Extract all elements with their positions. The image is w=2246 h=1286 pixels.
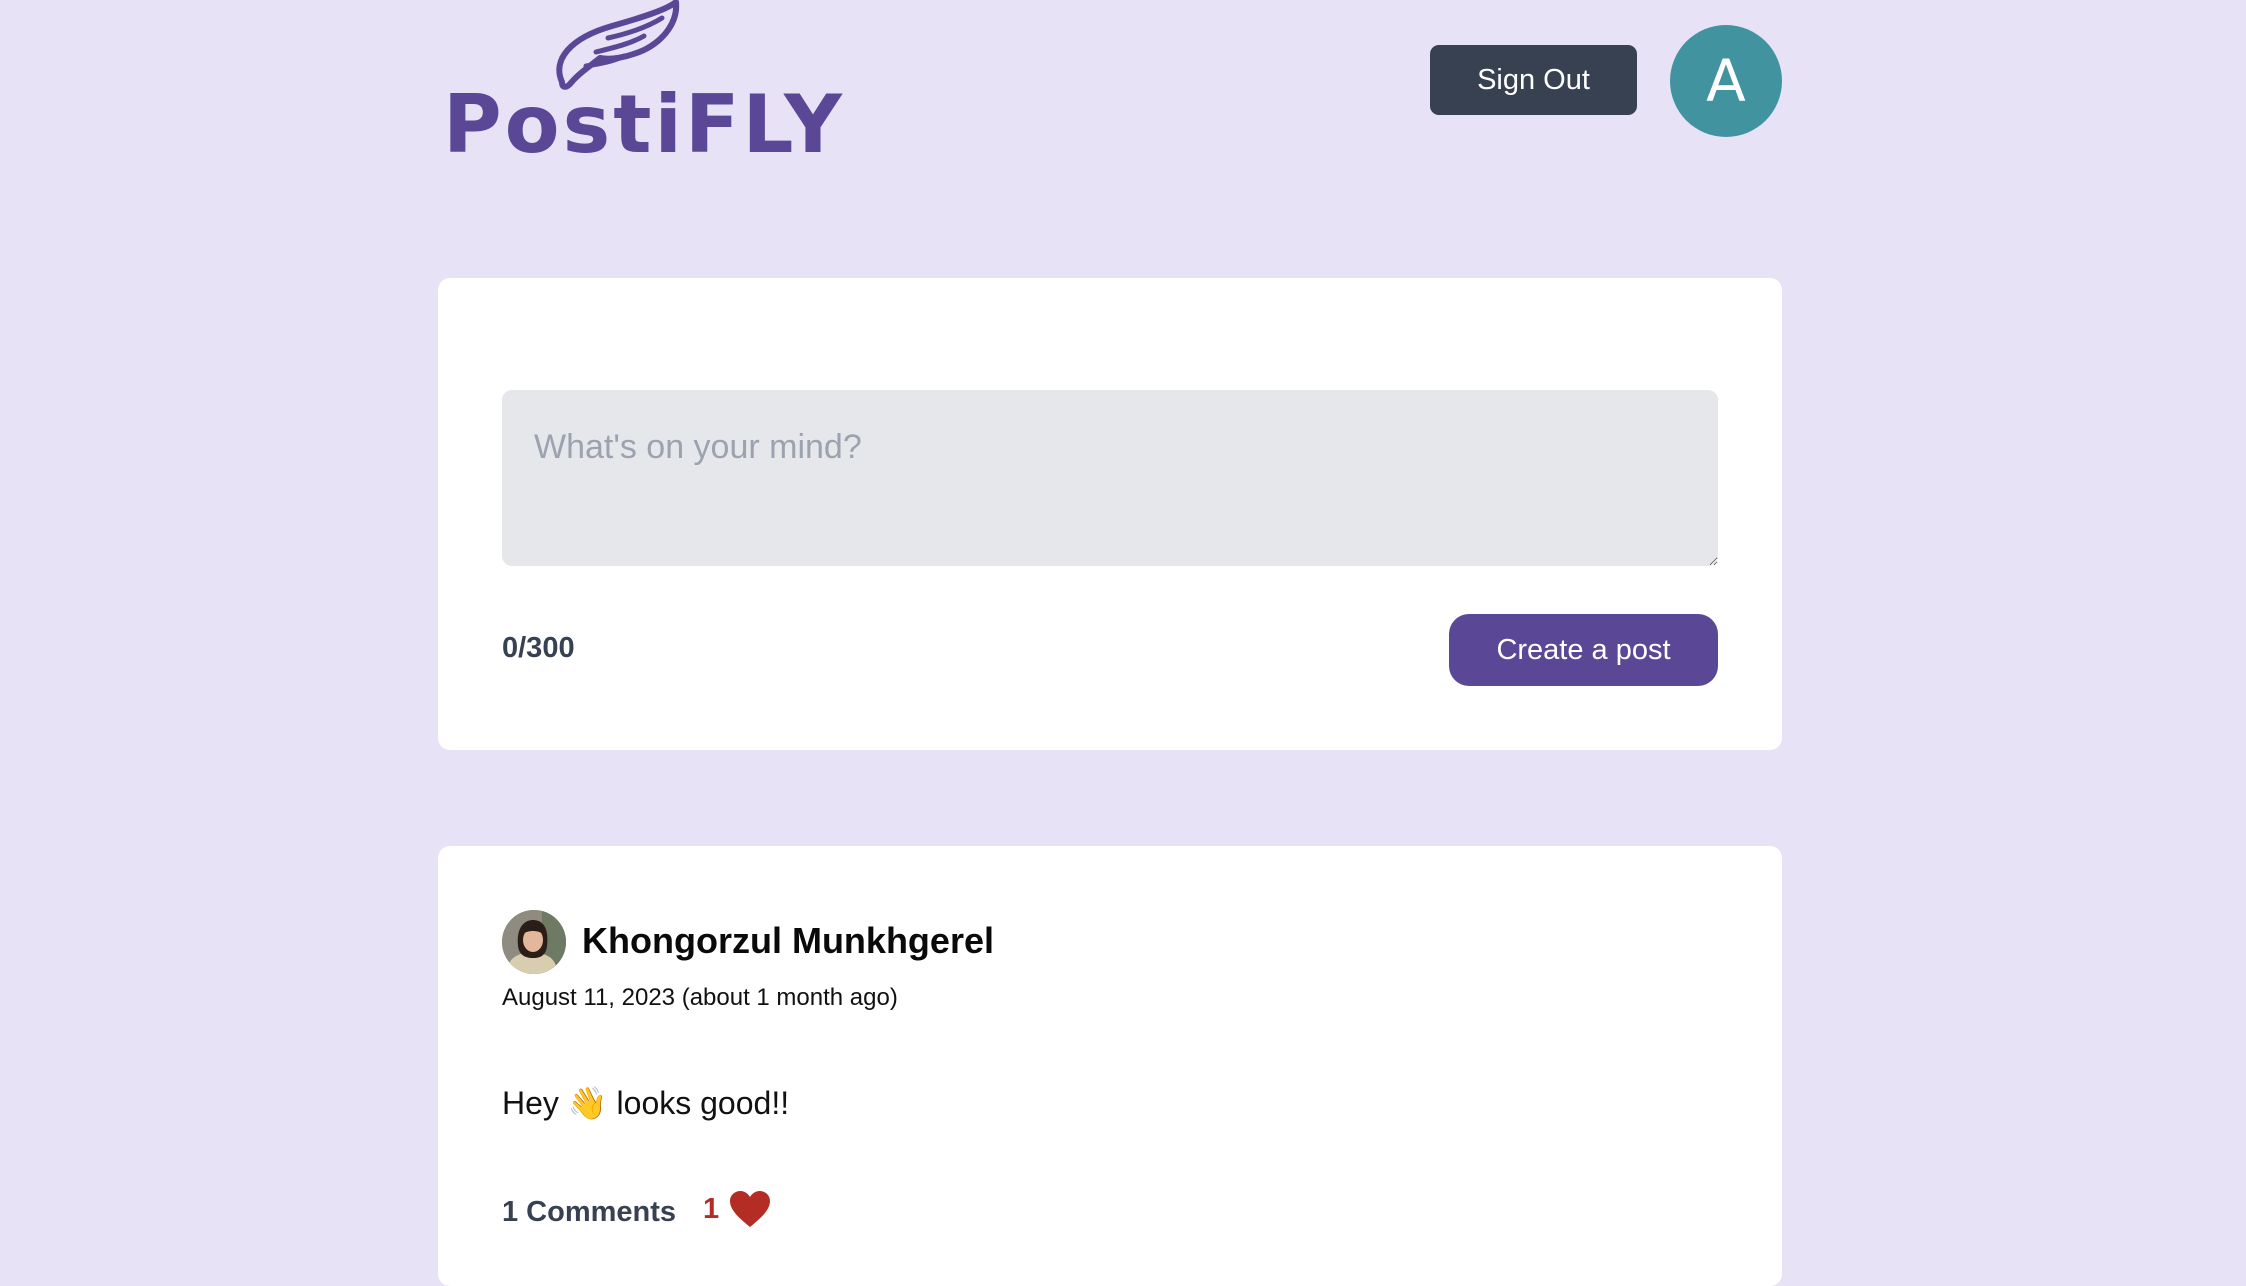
create-post-button[interactable]: Create a post <box>1449 614 1718 686</box>
author-avatar[interactable] <box>502 910 566 974</box>
like-button[interactable]: 1 <box>703 1190 771 1228</box>
post-composer-card: 0/300 Create a post <box>438 278 1782 750</box>
sign-out-button[interactable]: Sign Out <box>1430 45 1637 115</box>
post-author-name[interactable]: Khongorzul Munkhgerel <box>582 920 994 962</box>
like-count: 1 <box>703 1192 720 1225</box>
user-avatar[interactable]: A <box>1670 25 1782 137</box>
character-counter: 0/300 <box>502 632 575 664</box>
heart-icon <box>730 1191 771 1227</box>
postifly-logo[interactable]: PostiFLY <box>440 0 842 171</box>
post-content: Hey 👋 looks good!! <box>502 1085 790 1121</box>
post-text-input[interactable] <box>502 390 1718 566</box>
author-photo-icon <box>502 910 566 974</box>
logo-text: PostiFLY <box>443 78 845 171</box>
post-card: Khongorzul Munkhgerel August 11, 2023 (a… <box>438 846 1782 1286</box>
comments-link[interactable]: 1 Comments <box>502 1196 676 1229</box>
post-timestamp: August 11, 2023 (about 1 month ago) <box>502 984 898 1011</box>
